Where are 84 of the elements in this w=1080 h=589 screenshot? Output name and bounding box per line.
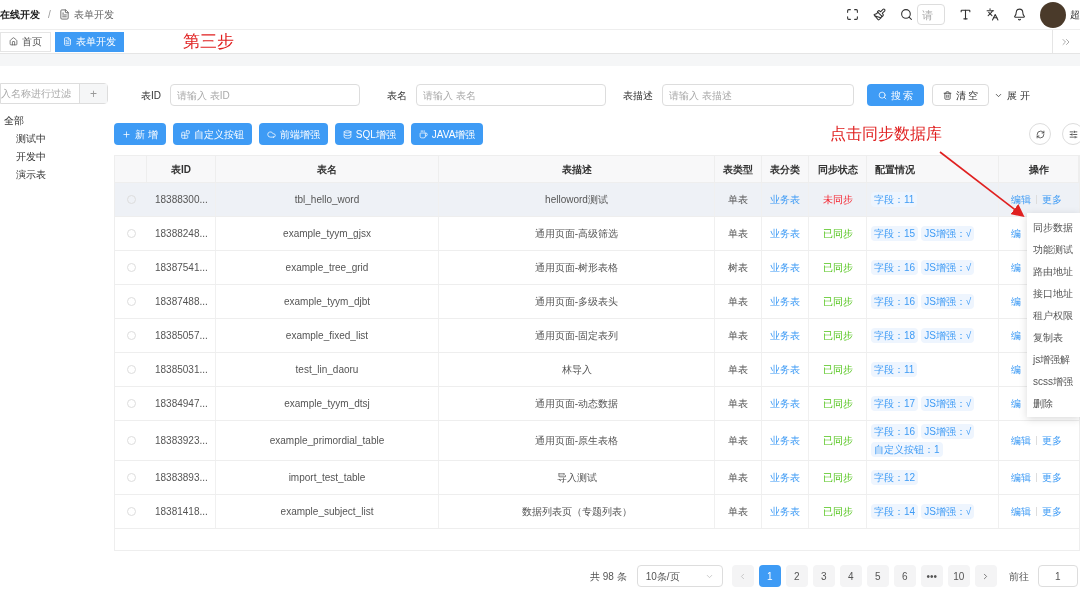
step-annotation: 第三步 [183, 30, 234, 53]
sync-status: 已同步 [822, 434, 853, 448]
sync-status: 已同步 [822, 261, 853, 275]
table-cell-text: example_tyym_djbt [283, 295, 371, 309]
table-cell-text: test_lin_daoru [295, 363, 359, 377]
sync-status: 已同步 [822, 295, 853, 309]
table-cell-text: 通用页面-多级表头 [534, 295, 619, 309]
table-cell-text: 单表 [728, 471, 748, 485]
table-cell-text: example_subject_list [280, 505, 374, 519]
sync-status: 已同步 [822, 227, 853, 241]
table-cell-text: example_tyym_dtsj [284, 397, 370, 411]
config-tag: JS增强：√ [921, 424, 975, 439]
table-cell-text: 18388300... [155, 193, 208, 207]
column-header: 表名 [317, 162, 337, 177]
column-header: 配置情况 [875, 162, 915, 177]
filter-label: 表名 [387, 88, 407, 103]
column-header: 表类型 [723, 162, 753, 177]
config-tag: 字段：16 [871, 424, 919, 439]
table-cell-text: example_primordial_table [269, 434, 385, 448]
table-cell-text: 通用页面-固定表列 [534, 329, 619, 343]
table-cell-text: 单表 [728, 363, 748, 377]
config-tag: 字段：17 [871, 396, 919, 411]
total-count: 共 98 条 [590, 569, 627, 584]
goto-label: 前往 [1008, 569, 1029, 584]
config-tag: JS增强：√ [921, 328, 975, 343]
table-cell-text: 18381418... [155, 505, 208, 519]
table-cell-text: 林导入 [561, 363, 592, 377]
table-cell-text: 18385031... [155, 363, 208, 377]
config-tag: JS增强：√ [921, 260, 975, 275]
sync-status: 已同步 [822, 471, 853, 485]
hint-annotation: 点击同步数据库 [830, 124, 943, 144]
table-cell-text: 树表 [728, 261, 748, 275]
breadcrumb-separator: / [48, 8, 51, 22]
table-cell-text: helloword测试 [545, 193, 608, 207]
table-cell-text: 单表 [728, 505, 748, 519]
table-cell-text: tbl_hello_word [294, 193, 360, 207]
config-tag: 字段：11 [871, 192, 918, 207]
table-cell-text: example_tyym_gjsx [283, 227, 371, 241]
filter-label: 表描述 [623, 88, 653, 103]
table-cell-text: import_test_table [288, 471, 366, 485]
column-header: 表描述 [561, 162, 592, 177]
table-cell-text: 18383893... [155, 471, 208, 485]
table-cell-text: example_tree_grid [285, 261, 369, 275]
table-cell-text: example_fixed_list [285, 329, 369, 343]
table-cell-text: 18388248... [155, 227, 208, 241]
column-header: 表分类 [770, 162, 800, 177]
table-cell-text: 数据列表页（专题列表） [521, 505, 632, 519]
table-cell-text: 18385057... [155, 329, 208, 343]
table-cell-text: 单表 [728, 434, 748, 448]
table-cell-text: 18384947... [155, 397, 208, 411]
config-tag: 字段：16 [871, 294, 919, 309]
sync-status: 已同步 [822, 363, 853, 377]
table-cell-text: 通用页面-动态数据 [534, 397, 619, 411]
sync-status: 已同步 [822, 505, 853, 519]
table-cell-text: 18383923... [155, 434, 208, 448]
column-header: 操作 [1028, 162, 1049, 177]
config-tag: JS增强：√ [921, 504, 975, 519]
config-tag: JS增强：√ [921, 396, 975, 411]
table-cell-text: 单表 [728, 295, 748, 309]
table-cell-text: 通用页面-树形表格 [534, 261, 619, 275]
table-cell-text: 通用页面-原生表格 [534, 434, 619, 448]
table-cell-text: 单表 [728, 397, 748, 411]
config-tag: 字段：11 [871, 362, 918, 377]
config-tag: JS增强：√ [921, 226, 975, 241]
table-cell-text: 单表 [728, 329, 748, 343]
config-tag: 字段：12 [871, 470, 919, 485]
sync-status: 已同步 [822, 329, 853, 343]
config-tag: 自定义按钮：1 [871, 442, 943, 457]
table-cell-text: 18387488... [155, 295, 208, 309]
filter-label: 表ID [141, 88, 161, 103]
config-tag: 字段：16 [871, 260, 919, 275]
config-tag: JS增强：√ [921, 294, 975, 309]
table-cell-text: 单表 [728, 193, 748, 207]
table-cell-text: 导入测试 [556, 471, 597, 485]
config-tag: 字段：14 [871, 504, 919, 519]
config-tag: 字段：15 [871, 226, 919, 241]
config-tag: 字段：18 [871, 328, 919, 343]
table-cell-text: 通用页面-高级筛选 [534, 227, 619, 241]
table-cell-text: 18387541... [155, 261, 208, 275]
sync-status: 已同步 [822, 397, 853, 411]
column-header: 表ID [171, 162, 191, 177]
column-header: 同步状态 [817, 162, 858, 177]
sync-status: 未同步 [822, 193, 853, 207]
table-cell-text: 单表 [728, 227, 748, 241]
